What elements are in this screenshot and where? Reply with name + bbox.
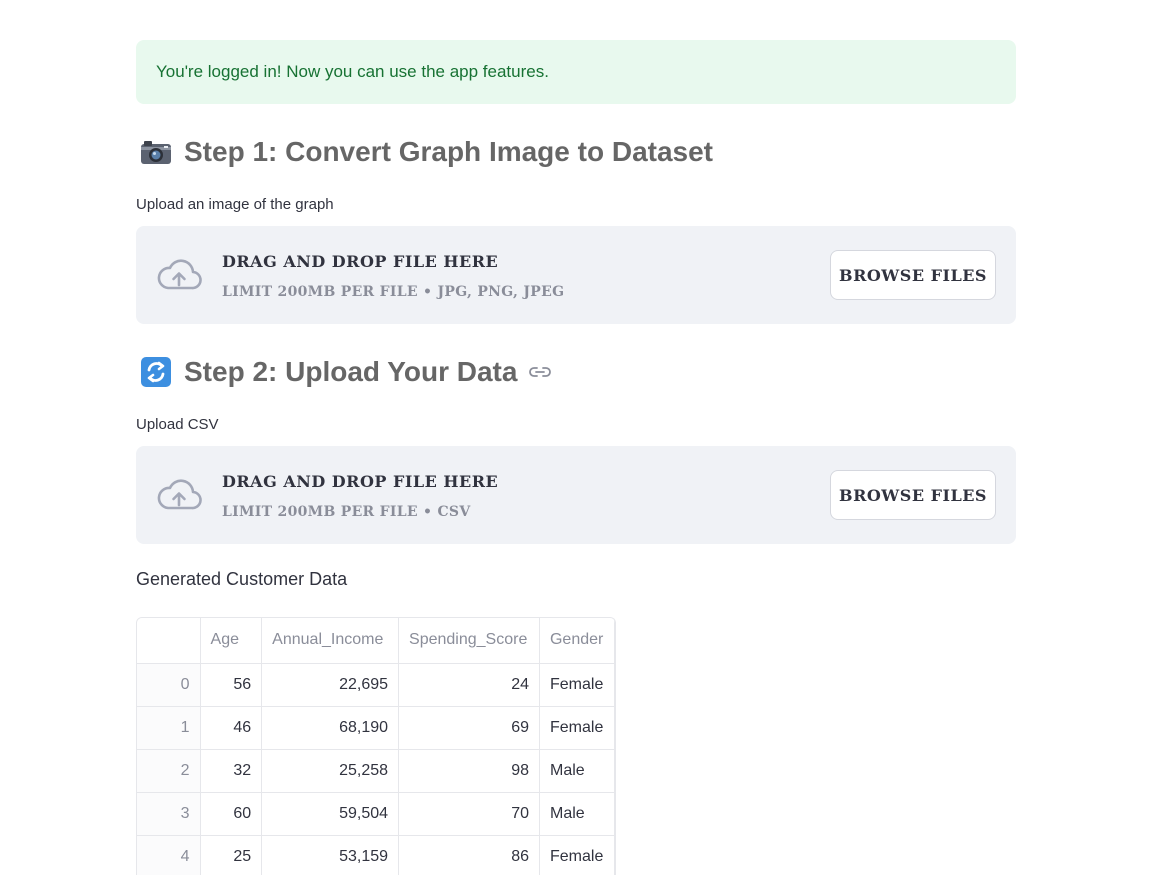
age-cell[interactable]: 32 [199, 748, 263, 793]
gender-cell[interactable]: Female [538, 834, 615, 875]
table-row: 0 56 22,695 24 Female [137, 662, 615, 707]
age-cell[interactable]: 60 [199, 791, 263, 836]
annual-income-cell[interactable]: 59,504 [261, 791, 400, 836]
spending-score-cell[interactable]: 24 [398, 662, 540, 707]
annual-income-cell[interactable]: 68,190 [261, 705, 400, 750]
spending-score-cell[interactable]: 86 [398, 834, 540, 875]
column-header-spending-score[interactable]: Spending_Score [398, 618, 540, 664]
step2-heading: Step 2: Upload Your Data [140, 356, 553, 388]
success-alert: You're logged in! Now you can use the ap… [136, 40, 1016, 104]
age-cell[interactable]: 56 [199, 662, 263, 707]
link-icon[interactable] [527, 364, 553, 380]
gender-cell[interactable]: Male [538, 791, 615, 836]
dropzone-limit-text: Limit 200MB per file • JPG, PNG, JPEG [222, 284, 565, 300]
dropzone-limit-text: Limit 200MB per file • CSV [222, 504, 471, 520]
annual-income-cell[interactable]: 22,695 [261, 662, 400, 707]
annual-income-cell[interactable]: 53,159 [261, 834, 400, 875]
browse-files-button[interactable]: Browse files [830, 470, 996, 520]
image-uploader-label: Upload an image of the graph [136, 196, 334, 213]
browse-files-button[interactable]: Browse files [830, 250, 996, 300]
csv-uploader-label: Upload CSV [136, 416, 219, 433]
dropzone-main-text: Drag and drop file here [222, 472, 499, 491]
cloud-upload-icon [156, 258, 202, 292]
dropzone-main-text: Drag and drop file here [222, 252, 499, 271]
table-row: 3 60 59,504 70 Male [137, 791, 615, 836]
table-title: Generated Customer Data [136, 569, 348, 589]
row-index-cell[interactable]: 4 [137, 834, 201, 875]
column-header-annual-income[interactable]: Annual_Income [261, 618, 400, 664]
table-row: 4 25 53,159 86 Female [137, 834, 615, 875]
table-row: 1 46 68,190 69 Female [137, 705, 615, 750]
row-index-cell[interactable]: 0 [137, 662, 201, 707]
gender-cell[interactable]: Male [538, 748, 615, 793]
step2-title: Step 2: Upload Your Data [184, 356, 518, 387]
success-alert-text: You're logged in! Now you can use the ap… [156, 62, 549, 81]
column-header-index[interactable] [137, 618, 201, 664]
row-index-cell[interactable]: 2 [137, 748, 201, 793]
csv-dropzone[interactable]: Drag and drop file here Limit 200MB per … [136, 446, 1016, 544]
camera-icon [140, 136, 172, 168]
step1-title: Step 1: Convert Graph Image to Dataset [184, 136, 714, 167]
spending-score-cell[interactable]: 70 [398, 791, 540, 836]
step1-heading: Step 1: Convert Graph Image to Dataset [140, 136, 713, 168]
cloud-upload-icon [156, 478, 202, 512]
gender-cell[interactable]: Female [538, 662, 615, 707]
age-cell[interactable]: 46 [199, 705, 263, 750]
arrows-cycle-icon [140, 356, 172, 388]
column-header-age[interactable]: Age [199, 618, 263, 664]
spending-score-cell[interactable]: 98 [398, 748, 540, 793]
annual-income-cell[interactable]: 25,258 [261, 748, 400, 793]
image-dropzone[interactable]: Drag and drop file here Limit 200MB per … [136, 226, 1016, 324]
customer-data-table[interactable]: Age Annual_Income Spending_Score Gender … [136, 617, 616, 875]
spending-score-cell[interactable]: 69 [398, 705, 540, 750]
row-index-cell[interactable]: 3 [137, 791, 201, 836]
table-row: 2 32 25,258 98 Male [137, 748, 615, 793]
gender-cell[interactable]: Female [538, 705, 615, 750]
age-cell[interactable]: 25 [199, 834, 263, 875]
column-header-gender[interactable]: Gender [538, 618, 615, 664]
row-index-cell[interactable]: 1 [137, 705, 201, 750]
table-header-row: Age Annual_Income Spending_Score Gender [137, 618, 615, 664]
